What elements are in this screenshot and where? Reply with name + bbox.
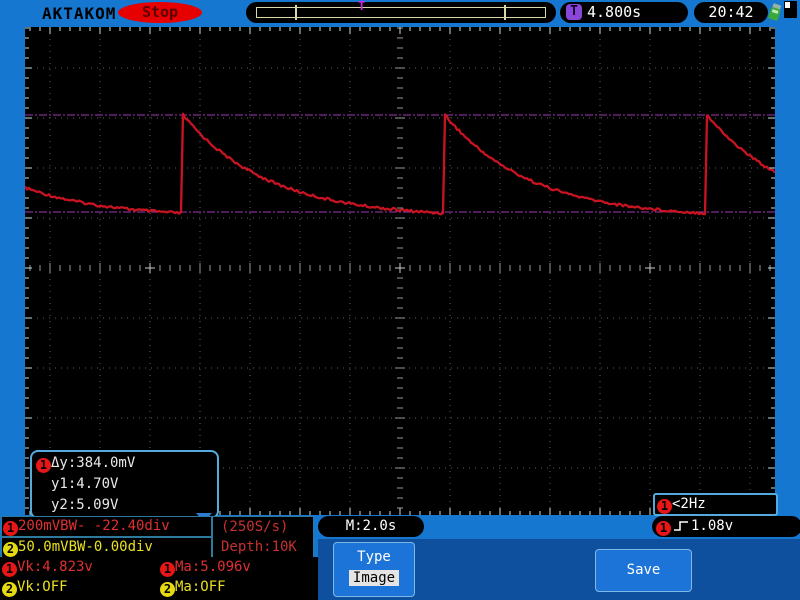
waveform-display: [24, 27, 776, 515]
rising-edge-icon: [674, 521, 688, 531]
trigger-level-readout: 1 1.08v: [652, 516, 800, 537]
trigger-position-marker: T: [358, 0, 366, 13]
acquisition-status: (250S/s) Depth:10K: [212, 516, 314, 558]
cursor-measurement-box: 1 Δy:384.0mV y1:4.70V y2:5.09V: [30, 450, 219, 519]
cursor-y2: y2:5.09V: [51, 497, 119, 513]
channel1-badge: 1: [3, 521, 18, 536]
frequency-value: <2Hz: [672, 496, 706, 512]
channel1-badge: 1: [160, 562, 175, 577]
softkey-menu-panel: Type Image Save: [318, 539, 800, 600]
record-window-frame: [256, 7, 546, 18]
memory-depth: Depth:10K: [221, 539, 297, 555]
measurement-readouts: 1 Vk:4.823v 1 Ma:5.096v 2 Vk:OFF 2 Ma:OFF: [0, 557, 318, 600]
frequency-counter: 1 <2Hz: [653, 493, 778, 516]
channel1-badge: 1: [657, 499, 672, 514]
save-button[interactable]: Save: [595, 549, 692, 592]
trigger-level-value: 1.08v: [691, 518, 734, 534]
ch1-max-measurement: Ma:5.096v: [175, 559, 251, 575]
channel1-status: 1 200mVBW- -22.40div: [1, 516, 212, 537]
channel1-scale-position: 200mVBW- -22.40div: [18, 518, 170, 534]
channel2-status: 2 50.0mVBW-0.00div: [1, 537, 212, 558]
oscilloscope-screen: AKTAKOM Stop T T 4.800s 20:42 1 Δy:384.0m…: [0, 0, 800, 600]
channel2-badge: 2: [3, 542, 18, 557]
scope-graticule-and-trace: [24, 27, 776, 515]
storage-device-icon: [784, 1, 797, 18]
ch2-vpp-measurement: Vk:OFF: [17, 579, 68, 595]
brand-logo: AKTAKOM: [42, 4, 117, 23]
channel2-badge: 2: [160, 582, 175, 597]
channel1-badge: 1: [2, 562, 17, 577]
trigger-time-readout: T 4.800s: [560, 2, 688, 23]
channel2-badge: 2: [2, 582, 17, 597]
channel1-badge: 1: [656, 521, 671, 536]
run-stop-button[interactable]: Stop: [118, 2, 202, 23]
cursor-delta-y: Δy:384.0mV: [51, 455, 136, 471]
trigger-icon: T: [566, 4, 582, 20]
trigger-position-bar[interactable]: T: [246, 0, 556, 23]
channel2-scale-position: 50.0mVBW-0.00div: [18, 539, 153, 555]
sample-rate: (250S/s): [221, 519, 289, 535]
usb-drive-icon: [768, 3, 782, 21]
window-right-bracket: [504, 5, 506, 20]
timebase-readout: M:2.0s: [318, 516, 424, 537]
type-button[interactable]: Type Image: [333, 542, 415, 597]
trigger-time-value: 4.800s: [587, 3, 642, 21]
channel1-badge: 1: [36, 458, 51, 473]
clock: 20:42: [694, 2, 768, 23]
ch2-max-measurement: Ma:OFF: [175, 579, 226, 595]
ch1-vpp-measurement: Vk:4.823v: [17, 559, 93, 575]
type-button-label: Type: [357, 549, 391, 565]
window-left-bracket: [295, 5, 297, 20]
type-button-value: Image: [348, 570, 400, 586]
cursor-y1: y1:4.70V: [51, 476, 119, 492]
